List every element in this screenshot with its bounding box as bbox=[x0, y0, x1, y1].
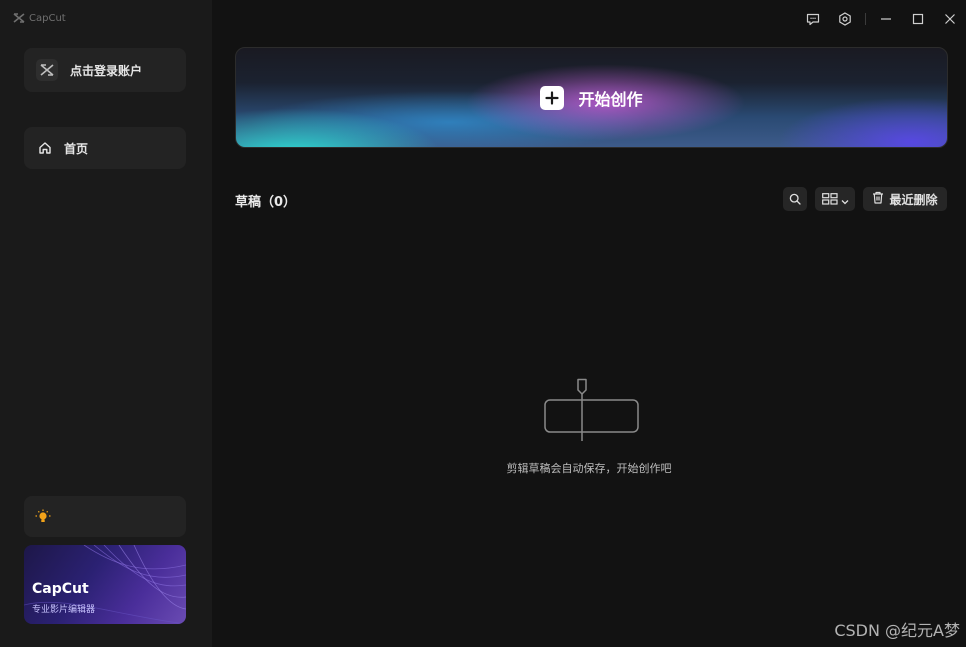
sidebar-item-label: 首页 bbox=[64, 141, 89, 156]
recently-deleted-button[interactable]: 最近删除 bbox=[863, 187, 947, 211]
login-label: 点击登录账户 bbox=[70, 63, 143, 78]
app-title: CapCut bbox=[13, 11, 66, 25]
grid-view-icon bbox=[821, 190, 838, 209]
sidebar: CapCut 点击登录账户 首页 CapCut 专业影片编辑器 bbox=[0, 0, 212, 647]
app-title-text: CapCut bbox=[29, 12, 66, 24]
drafts-heading: 草稿（0） bbox=[235, 195, 297, 210]
watermark: CSDN @纪元A梦 bbox=[834, 621, 960, 640]
capcut-logo-icon bbox=[13, 13, 25, 23]
login-button[interactable]: 点击登录账户 bbox=[24, 48, 186, 92]
chevron-down-icon bbox=[841, 190, 849, 209]
promo-subtitle: 专业影片编辑器 bbox=[32, 605, 96, 615]
home-icon bbox=[38, 141, 52, 155]
plus-icon bbox=[540, 85, 565, 110]
capcut-logo-icon bbox=[36, 59, 58, 81]
search-button[interactable] bbox=[783, 187, 807, 211]
close-icon[interactable] bbox=[934, 8, 966, 30]
minimize-icon[interactable] bbox=[870, 8, 902, 30]
window-controls-divider bbox=[865, 13, 866, 25]
settings-icon[interactable] bbox=[829, 8, 861, 30]
start-creation-button[interactable]: 开始创作 bbox=[235, 47, 948, 148]
lightbulb-icon bbox=[35, 509, 51, 525]
empty-drafts-illustration bbox=[544, 378, 639, 441]
promo-banner[interactable]: CapCut 专业影片编辑器 bbox=[24, 545, 186, 624]
trash-icon bbox=[872, 191, 884, 207]
feedback-icon[interactable] bbox=[797, 8, 829, 30]
main-content: 开始创作 草稿（0） 最近删除 剪辑草稿会自动保存，开始创作吧 bbox=[212, 0, 966, 647]
window-controls bbox=[797, 8, 966, 30]
start-creation-label: 开始创作 bbox=[578, 89, 643, 109]
tips-card[interactable] bbox=[24, 496, 186, 537]
search-icon bbox=[789, 190, 801, 209]
recently-deleted-label: 最近删除 bbox=[889, 192, 938, 207]
empty-drafts-message: 剪辑草稿会自动保存，开始创作吧 bbox=[506, 462, 672, 475]
drafts-toolbar: 最近删除 bbox=[783, 187, 947, 211]
promo-title: CapCut bbox=[32, 581, 89, 597]
sidebar-item-home[interactable]: 首页 bbox=[24, 127, 186, 169]
maximize-icon[interactable] bbox=[902, 8, 934, 30]
view-mode-dropdown[interactable] bbox=[815, 187, 855, 211]
